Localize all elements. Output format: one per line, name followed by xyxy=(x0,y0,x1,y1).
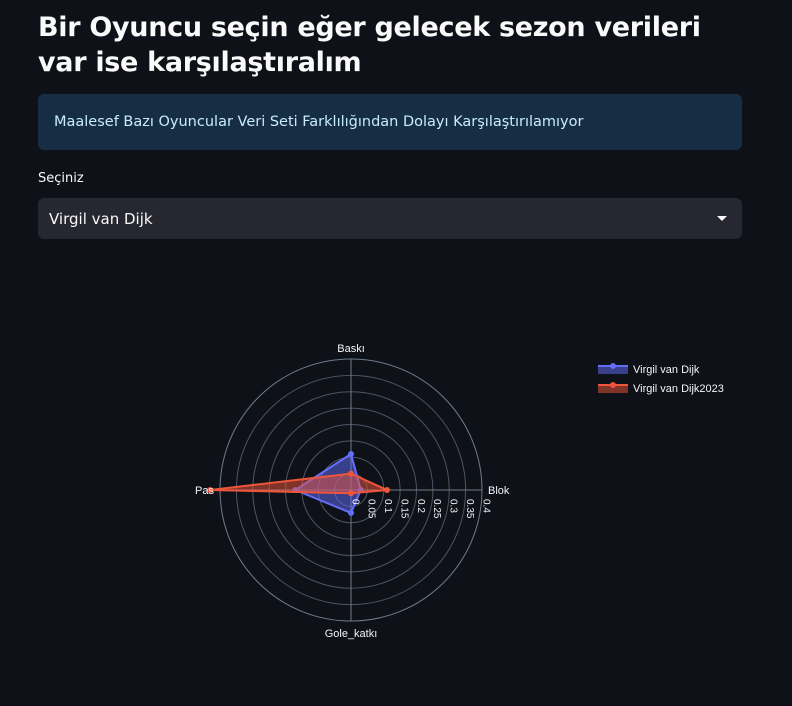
data-point xyxy=(348,450,354,457)
radial-tick-label: 0.2 xyxy=(415,499,426,513)
data-point xyxy=(348,470,354,477)
radial-tick-label: 0 xyxy=(349,499,360,505)
radial-tick-label: 0.4 xyxy=(480,499,491,513)
legend-label: Virgil van Dijk2023 xyxy=(633,383,724,395)
category-label: Baskı xyxy=(337,343,365,355)
data-point xyxy=(384,487,391,493)
legend-item: Virgil van Dijk xyxy=(598,363,700,376)
player-select[interactable]: Virgil van Dijk xyxy=(38,198,742,239)
radial-tick-label: 0.35 xyxy=(464,499,475,519)
radial-tick-label: 0.3 xyxy=(448,499,459,513)
radial-tick-label: 0.25 xyxy=(431,499,442,519)
category-label: Gole_katkı xyxy=(325,628,378,640)
page-title: Bir Oyuncu seçin eğer gelecek sezon veri… xyxy=(38,12,701,78)
info-alert-text: Maalesef Bazı Oyuncular Veri Seti Farklı… xyxy=(54,114,584,130)
radial-tick-label: 0.1 xyxy=(382,499,393,513)
radial-tick-label: 0.05 xyxy=(366,499,377,519)
info-alert: Maalesef Bazı Oyuncular Veri Seti Farklı… xyxy=(38,94,742,150)
legend-label: Virgil van Dijk xyxy=(633,364,700,376)
radar-chart: 0 0.05 0.1 0.15 0.2 0.25 0.3 0.35 0.4 Baskı Blok Go… xyxy=(195,343,724,640)
data-point xyxy=(348,509,354,516)
chevron-down-icon[interactable] xyxy=(717,216,727,221)
radial-tick-label: 0.15 xyxy=(398,499,409,519)
legend-marker xyxy=(610,363,616,369)
data-point xyxy=(348,490,354,497)
category-label: Pas xyxy=(195,485,214,497)
category-label: Blok xyxy=(488,485,510,497)
series-2 xyxy=(207,470,391,497)
select-label: Seçiniz xyxy=(38,171,84,186)
legend-item: Virgil van Dijk2023 xyxy=(598,382,724,395)
legend-marker xyxy=(610,382,616,388)
player-select-value: Virgil van Dijk xyxy=(49,209,153,228)
